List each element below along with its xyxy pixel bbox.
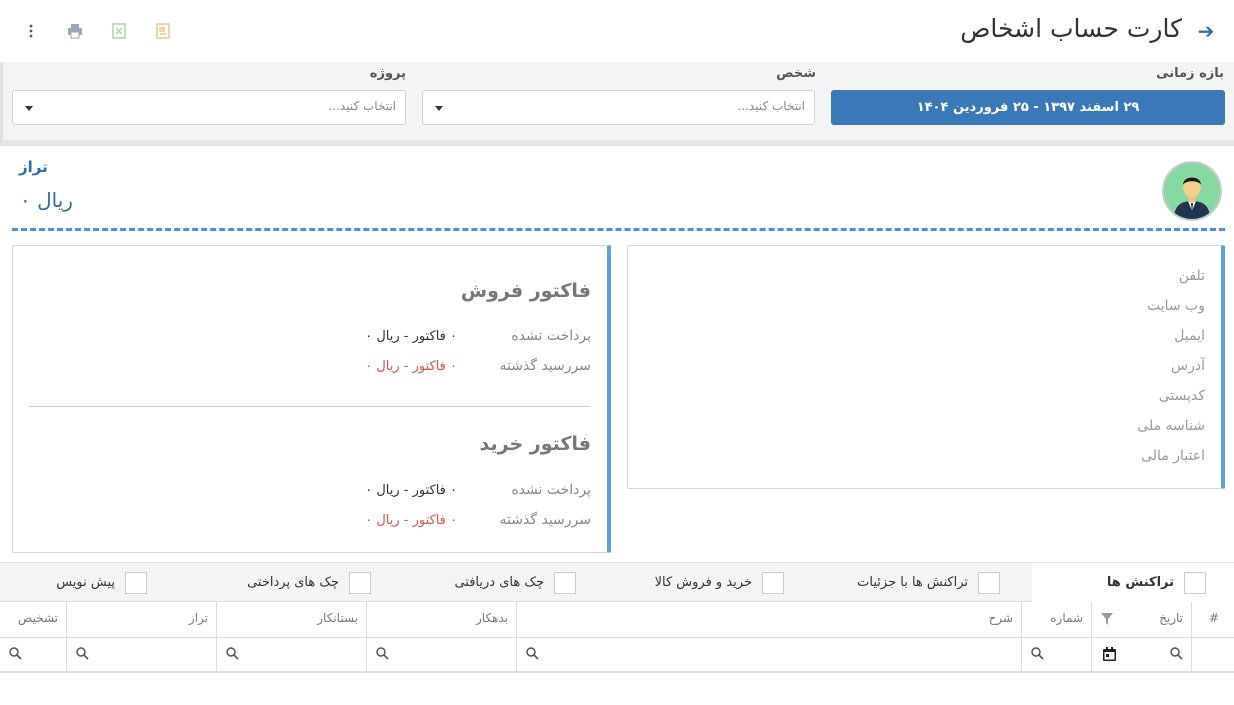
- col-title: تشخیص: [17, 611, 58, 625]
- col-header-number[interactable]: شماره: [1021, 602, 1091, 637]
- info-field-phone: تلفن: [1178, 268, 1205, 284]
- chevron-down-icon: [25, 106, 33, 111]
- tab-label: تراکنش ها با جزئیات: [857, 575, 968, 590]
- tab-checkbox[interactable]: [978, 571, 1000, 594]
- tab-received-checks[interactable]: چک های دریافتی: [454, 563, 576, 602]
- tab-label: خرید و فروش کالا: [654, 575, 752, 590]
- filter-cell-balance[interactable]: [66, 638, 216, 672]
- purchase-unpaid-label: پرداخت نشده: [511, 482, 591, 498]
- sales-unpaid-label: پرداخت نشده: [511, 328, 591, 344]
- page-header: ➔ کارت حساب اشخاص: [0, 0, 1234, 62]
- info-field-website: وب سایت: [1146, 298, 1205, 314]
- search-icon: [1030, 647, 1044, 661]
- col-title: شماره: [1050, 611, 1083, 625]
- purchase-unpaid-value[interactable]: ۰ فاکتور - ریال ۰: [365, 483, 457, 498]
- page-title: کارت حساب اشخاص: [960, 14, 1182, 43]
- arrow-right-icon[interactable]: ➔: [1196, 19, 1216, 43]
- col-title: #: [1208, 611, 1219, 625]
- transactions-grid: # تاریخ شماره شرح بدهکار بستانکار تراز ت…: [0, 602, 1234, 673]
- date-range-label: بازه زمانی: [1156, 66, 1224, 81]
- avatar-icon: [1162, 161, 1222, 221]
- tab-draft[interactable]: پیش نویس: [56, 563, 147, 602]
- purchase-overdue-value[interactable]: ۰ فاکتور - ریال ۰: [365, 513, 457, 528]
- col-header-credit[interactable]: بستانکار: [216, 602, 366, 637]
- person-label: شخص: [776, 66, 816, 81]
- tab-bar: تراکنش ها تراکنش ها با جزئیات خرید و فرو…: [0, 562, 1234, 602]
- grid-header-row: # تاریخ شماره شرح بدهکار بستانکار تراز ت…: [0, 602, 1234, 638]
- tab-transactions-detailed[interactable]: تراکنش ها با جزئیات: [857, 563, 1000, 602]
- info-field-postal-code: کدپستی: [1158, 388, 1205, 404]
- search-icon: [8, 647, 22, 661]
- balance-area: تراز ریال ۰: [0, 148, 1234, 233]
- sales-invoice-title: فاکتور فروش: [460, 280, 591, 302]
- invoice-divider: [29, 406, 591, 407]
- tab-goods-trade[interactable]: خرید و فروش کالا: [655, 563, 784, 602]
- project-select[interactable]: انتخاب کنید...: [12, 90, 406, 125]
- tab-checkbox[interactable]: [1184, 571, 1206, 594]
- contact-info-card: تلفن وب سایت ایمیل آدرس کدپستی شناسه ملی…: [627, 245, 1225, 489]
- search-icon: [375, 647, 389, 661]
- project-select-placeholder: انتخاب کنید...: [328, 99, 396, 113]
- invoice-summary-card: فاکتور فروش پرداخت نشده ۰ فاکتور - ریال …: [12, 245, 611, 553]
- print-icon[interactable]: [64, 20, 86, 42]
- tab-checkbox[interactable]: [554, 571, 576, 594]
- info-field-national-id: شناسه ملی: [1137, 418, 1205, 434]
- tab-checkbox[interactable]: [125, 571, 147, 594]
- person-select[interactable]: انتخاب کنید...: [422, 90, 815, 125]
- balance-value: ریال ۰: [20, 188, 73, 212]
- grid-filter-row: [0, 638, 1234, 672]
- more-vertical-icon[interactable]: [20, 20, 42, 42]
- tab-checkbox[interactable]: [349, 571, 371, 594]
- toolbar: [20, 20, 196, 42]
- filter-cell-number[interactable]: [1021, 638, 1091, 672]
- filter-cell-debit[interactable]: [366, 638, 516, 672]
- sales-unpaid-value[interactable]: ۰ فاکتور - ریال ۰: [365, 329, 457, 344]
- tab-label: تراکنش ها: [1106, 575, 1174, 590]
- filter-funnel-icon[interactable]: [1100, 612, 1114, 630]
- filter-cell-date[interactable]: [1091, 638, 1191, 672]
- purchase-overdue-label: سررسید گذشته: [499, 512, 591, 528]
- col-title: بستانکار: [317, 611, 358, 625]
- balance-label: تراز: [19, 158, 48, 176]
- filter-bar: بازه زمانی ۲۹ اسفند ۱۳۹۷ - ۲۵ فروردین ۱۴…: [0, 62, 1234, 146]
- info-field-address: آدرس: [1171, 358, 1205, 374]
- tab-paid-checks[interactable]: چک های پرداختی: [247, 563, 371, 602]
- tab-transactions[interactable]: تراکنش ها: [1032, 563, 1234, 602]
- search-icon: [1169, 647, 1183, 661]
- person-select-placeholder: انتخاب کنید...: [737, 99, 805, 113]
- col-title: شرح: [988, 611, 1013, 625]
- date-range-button[interactable]: ۲۹ اسفند ۱۳۹۷ - ۲۵ فروردین ۱۴۰۴: [831, 90, 1225, 125]
- info-field-email: ایمیل: [1174, 328, 1205, 344]
- excel-export-icon[interactable]: [108, 20, 130, 42]
- project-label: پروژه: [369, 66, 406, 81]
- calendar-icon[interactable]: [1102, 646, 1117, 666]
- col-header-status[interactable]: تشخیص: [0, 602, 66, 637]
- sales-overdue-label: سررسید گذشته: [499, 358, 591, 374]
- filter-cell-credit[interactable]: [216, 638, 366, 672]
- tab-label: چک های دریافتی: [454, 575, 544, 590]
- search-icon: [525, 647, 539, 661]
- sales-overdue-value[interactable]: ۰ فاکتور - ریال ۰: [365, 359, 457, 374]
- search-icon: [75, 647, 89, 661]
- tab-label: پیش نویس: [56, 575, 115, 590]
- tab-checkbox[interactable]: [762, 571, 784, 594]
- filter-cell-description[interactable]: [516, 638, 1021, 672]
- col-title: تاریخ: [1159, 611, 1183, 625]
- tab-label: چک های پرداختی: [247, 575, 339, 590]
- filter-cell-index: [1191, 638, 1234, 672]
- chevron-down-icon: [435, 106, 443, 111]
- col-title: بدهکار: [475, 611, 508, 625]
- col-header-date[interactable]: تاریخ: [1091, 602, 1191, 637]
- filter-cell-status[interactable]: [0, 638, 66, 672]
- pdf-export-icon[interactable]: [152, 20, 174, 42]
- col-header-index[interactable]: #: [1191, 602, 1234, 637]
- col-header-description[interactable]: شرح: [516, 602, 1021, 637]
- col-header-debit[interactable]: بدهکار: [366, 602, 516, 637]
- purchase-invoice-title: فاکتور خرید: [479, 433, 591, 455]
- info-field-credit: اعتبار مالی: [1141, 448, 1205, 464]
- col-header-balance[interactable]: تراز: [66, 602, 216, 637]
- col-title: تراز: [188, 611, 208, 625]
- search-icon: [225, 647, 239, 661]
- dashed-divider: [12, 228, 1225, 231]
